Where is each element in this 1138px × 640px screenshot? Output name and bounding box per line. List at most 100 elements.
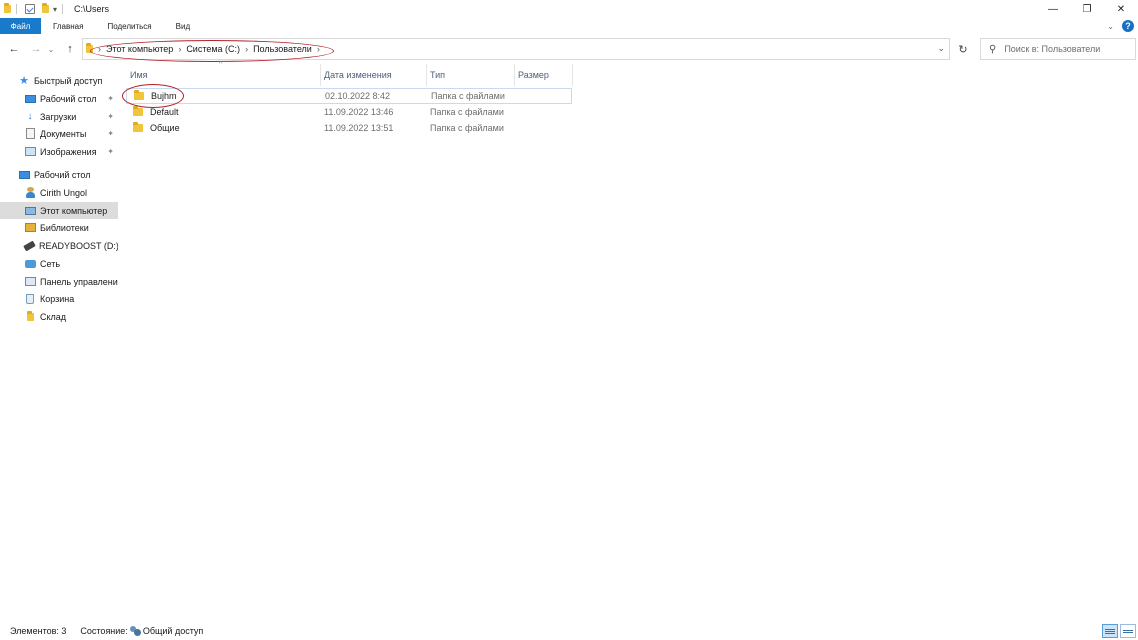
help-icon[interactable]: ? bbox=[1122, 20, 1134, 32]
file-date: 11.09.2022 13:51 bbox=[324, 123, 394, 133]
sidebar-item-label: Быстрый доступ bbox=[34, 75, 103, 86]
maximize-button[interactable]: ❐ bbox=[1070, 0, 1104, 18]
view-switcher bbox=[1102, 624, 1136, 638]
file-name: Общие bbox=[133, 122, 180, 133]
sidebar-item-user[interactable]: Cirith Ungol bbox=[0, 184, 118, 201]
libraries-icon bbox=[24, 222, 36, 234]
sidebar-item-libraries[interactable]: Библиотеки bbox=[0, 219, 118, 236]
sidebar-item-label: Cirith Ungol bbox=[40, 187, 88, 198]
up-button[interactable]: ↑ bbox=[62, 41, 78, 57]
network-icon bbox=[24, 258, 36, 270]
search-icon: ⚲ bbox=[989, 43, 997, 55]
tab-view[interactable]: Вид bbox=[164, 18, 202, 34]
file-name: Bujhm bbox=[134, 90, 177, 101]
sidebar-item-network[interactable]: Сеть bbox=[0, 255, 118, 272]
sidebar-item-sklad[interactable]: Склад bbox=[0, 308, 118, 325]
column-divider[interactable] bbox=[572, 64, 573, 86]
file-type: Папка с файлами bbox=[431, 91, 505, 101]
sidebar-item-label: Изображения bbox=[40, 146, 97, 157]
sidebar-item-label: Этот компьютер bbox=[40, 205, 108, 216]
file-type: Папка с файлами bbox=[430, 107, 504, 117]
pin-icon[interactable]: ✦ bbox=[107, 129, 114, 138]
pictures-icon bbox=[24, 146, 36, 158]
sidebar-item-quick-access[interactable]: ★ Быстрый доступ bbox=[0, 72, 118, 89]
pin-icon[interactable]: ✦ bbox=[107, 147, 114, 156]
file-name: Default bbox=[133, 106, 179, 117]
title-bar: ▾ C:\Users — ❐ ✕ bbox=[0, 0, 1138, 18]
forward-button[interactable]: → bbox=[28, 41, 44, 57]
search-input[interactable]: ⚲ Поиск в: Пользователи bbox=[980, 38, 1136, 60]
sidebar-item-label: Загрузки bbox=[40, 111, 77, 122]
ribbon-right: ⌄ ? bbox=[1107, 18, 1134, 34]
breadcrumb-this-pc[interactable]: Этот компьютер bbox=[106, 44, 173, 54]
sidebar-item-documents[interactable]: Документы ✦ bbox=[0, 125, 118, 142]
ribbon-tabs: Файл Главная Поделиться Вид ⌄ ? bbox=[0, 18, 1138, 34]
window-controls: — ❐ ✕ bbox=[1036, 0, 1138, 18]
tab-share[interactable]: Поделиться bbox=[95, 18, 163, 34]
sidebar-item-recycle-bin[interactable]: Корзина bbox=[0, 290, 118, 307]
tab-home[interactable]: Главная bbox=[41, 18, 95, 34]
expand-ribbon-icon[interactable]: ⌄ bbox=[1107, 22, 1114, 31]
usb-drive-icon bbox=[23, 240, 36, 252]
share-state: Состояние: Общий доступ bbox=[80, 626, 203, 636]
download-icon: ↓ bbox=[27, 111, 33, 122]
file-row-public[interactable]: Общие 11.09.2022 13:51 Папка с файлами bbox=[126, 121, 572, 137]
divider bbox=[62, 4, 64, 14]
address-bar[interactable]: › Этот компьютер › Система (C:) › Пользо… bbox=[82, 38, 950, 60]
sidebar-item-pictures[interactable]: Изображения ✦ bbox=[0, 143, 118, 160]
recycle-bin-icon bbox=[24, 293, 36, 305]
column-header-type[interactable]: Тип bbox=[426, 68, 514, 82]
folder-icon bbox=[134, 90, 144, 100]
minimize-button[interactable]: — bbox=[1036, 0, 1070, 18]
column-header-date[interactable]: Дата изменения bbox=[320, 68, 426, 82]
sidebar-item-label: Склад bbox=[40, 311, 67, 322]
back-button[interactable]: ← bbox=[6, 41, 22, 57]
sidebar-item-label: Панель управлени bbox=[40, 276, 118, 287]
details-view-button[interactable] bbox=[1102, 624, 1118, 638]
sidebar-item-downloads[interactable]: ↓ Загрузки ✦ bbox=[0, 108, 118, 125]
navigation-bar: ← → ⌄ ↑ › Этот компьютер › Система (C:) … bbox=[0, 36, 1138, 62]
folder-icon bbox=[133, 106, 143, 116]
pin-icon[interactable]: ✦ bbox=[107, 112, 114, 121]
sidebar-item-control-panel[interactable]: Панель управлени bbox=[0, 273, 118, 290]
file-type: Папка с файлами bbox=[430, 123, 504, 133]
file-name-text: Bujhm bbox=[151, 91, 177, 101]
large-icons-view-button[interactable] bbox=[1120, 624, 1136, 638]
sidebar-item-this-pc[interactable]: Этот компьютер bbox=[0, 202, 118, 219]
pin-icon[interactable]: ✦ bbox=[107, 94, 114, 103]
folder-icon bbox=[133, 122, 143, 132]
state-value: Общий доступ bbox=[142, 626, 204, 636]
breadcrumb-system-drive[interactable]: Система (C:) bbox=[186, 44, 240, 54]
chevron-right-icon[interactable]: › bbox=[98, 44, 101, 54]
folder-icon bbox=[86, 43, 93, 53]
document-icon bbox=[24, 128, 36, 140]
properties-icon[interactable] bbox=[25, 4, 35, 14]
sidebar-item-desktop[interactable]: Рабочий стол bbox=[0, 166, 118, 183]
recent-locations-button[interactable]: ⌄ bbox=[46, 41, 56, 57]
file-row-default[interactable]: Default 11.09.2022 13:46 Папка с файлами bbox=[126, 105, 572, 121]
new-folder-icon[interactable] bbox=[42, 3, 49, 13]
chevron-right-icon[interactable]: › bbox=[245, 44, 248, 54]
tab-file[interactable]: Файл bbox=[0, 18, 41, 34]
window-title: C:\Users bbox=[74, 4, 110, 14]
sort-ascending-icon: ^ bbox=[219, 61, 223, 68]
breadcrumb-users[interactable]: Пользователи bbox=[253, 44, 312, 54]
chevron-right-icon[interactable]: › bbox=[317, 44, 320, 54]
column-header-size[interactable]: Размер bbox=[514, 68, 572, 82]
user-icon bbox=[24, 187, 36, 199]
sidebar-item-readyboost[interactable]: READYBOOST (D:) bbox=[0, 237, 118, 254]
chevron-right-icon[interactable]: › bbox=[178, 44, 181, 54]
folder-icon bbox=[4, 3, 11, 13]
quick-access-toolbar: ▾ bbox=[0, 0, 68, 18]
file-name-text: Default bbox=[150, 107, 179, 117]
refresh-button[interactable]: ↻ bbox=[952, 38, 974, 60]
column-header-name[interactable]: Имя bbox=[126, 68, 320, 82]
sidebar-item-desktop-pinned[interactable]: Рабочий стол ✦ bbox=[0, 90, 118, 107]
file-date: 11.09.2022 13:46 bbox=[324, 107, 394, 117]
file-row-bujhm[interactable]: Bujhm 02.10.2022 8:42 Папка с файлами bbox=[126, 88, 572, 104]
close-button[interactable]: ✕ bbox=[1104, 0, 1138, 18]
sidebar-item-label: READYBOOST (D:) bbox=[39, 240, 118, 251]
desktop-icon bbox=[18, 169, 30, 181]
address-dropdown-icon[interactable]: ⌄ bbox=[937, 43, 945, 54]
customize-toolbar-icon[interactable]: ▾ bbox=[53, 5, 57, 14]
